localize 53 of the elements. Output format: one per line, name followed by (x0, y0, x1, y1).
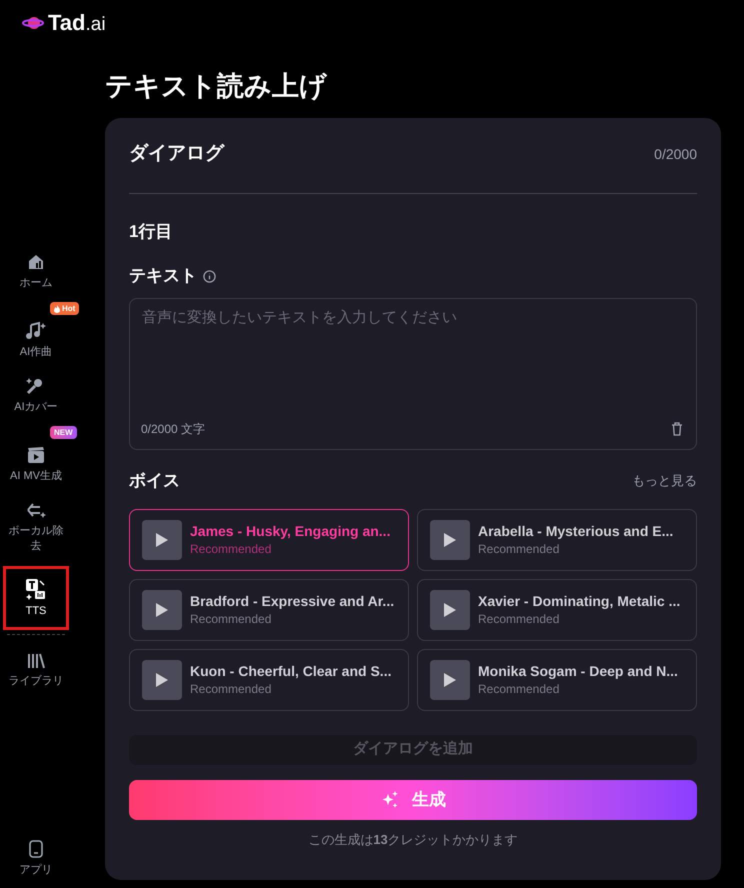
text-speech-icon (25, 578, 47, 600)
voice-tag: Recommended (478, 611, 680, 627)
voice-option[interactable]: Kuon - Cheerful, Clear and S... Recommended (129, 648, 409, 710)
voice-tag: Recommended (478, 541, 674, 557)
nav-item[interactable]: AIカバー (3, 364, 69, 426)
voice-tag: Recommended (190, 541, 390, 557)
char-count: 0/2000 (654, 144, 697, 164)
flame-icon (54, 304, 60, 312)
music-note-icon (25, 320, 47, 340)
clapperboard-icon (26, 444, 46, 464)
voice-option[interactable]: Xavier - Dominating, Metalic ... Recommended (417, 578, 697, 640)
voice-name: Monika Sogam - Deep and N... (478, 662, 678, 681)
voice-option[interactable]: Bradford - Expressive and Ar... Recommended (129, 578, 409, 640)
nav-item[interactable]: ホーム (3, 240, 69, 302)
info-icon[interactable] (203, 270, 216, 282)
play-icon[interactable] (443, 532, 457, 548)
voice-name: Kuon - Cheerful, Clear and S... (190, 662, 392, 681)
see-more-link[interactable]: もっと見る (632, 471, 697, 490)
voice-name: Bradford - Expressive and Ar... (190, 592, 394, 611)
nav-item[interactable]: ボーカル除去 (3, 488, 69, 566)
voice-name: Arabella - Mysterious and E... (478, 522, 674, 541)
sparkle-icon (380, 790, 400, 810)
play-icon[interactable] (155, 672, 169, 688)
new-badge: NEW (50, 426, 77, 439)
library-icon (26, 652, 46, 670)
voice-tag: Recommended (190, 611, 394, 627)
voice-name: James - Husky, Engaging an... (190, 522, 390, 541)
voice-name: Xavier - Dominating, Metalic ... (478, 592, 680, 611)
phone-icon (29, 840, 43, 858)
voice-option[interactable]: James - Husky, Engaging an... Recommended (129, 508, 409, 570)
play-icon[interactable] (155, 602, 169, 618)
nav-item[interactable]: AI MV生成 (3, 440, 69, 488)
page-title: テキスト読み上げ (105, 70, 328, 103)
credits-note: この生成は13クレジットかかります (307, 830, 519, 848)
voice-option[interactable]: Arabella - Mysterious and E... Recommended (417, 508, 697, 570)
play-icon[interactable] (443, 602, 457, 618)
nav-item[interactable]: AI作曲 (3, 316, 69, 364)
voice-tag: Recommended (478, 681, 678, 697)
nav-item[interactable]: ライブラリ (3, 639, 69, 701)
hot-badge: Hot (50, 302, 80, 315)
voice-label: ボイス (129, 470, 180, 492)
nav-item[interactable]: TTS (3, 566, 69, 630)
trash-icon[interactable] (671, 422, 683, 436)
voice-option[interactable]: Monika Sogam - Deep and N... Recommended (417, 648, 697, 710)
nav-item[interactable]: アプリ (0, 840, 72, 878)
section-title: ダイアログ (129, 142, 224, 166)
play-icon[interactable] (155, 532, 169, 548)
row-label: 1行目 (129, 221, 174, 243)
char-counter: 0/2000 文字 (141, 421, 206, 438)
voice-tag: Recommended (190, 681, 392, 697)
play-icon[interactable] (443, 672, 457, 688)
logo-text[interactable]: Tad.ai (48, 12, 106, 34)
field-label: テキスト (129, 265, 197, 287)
